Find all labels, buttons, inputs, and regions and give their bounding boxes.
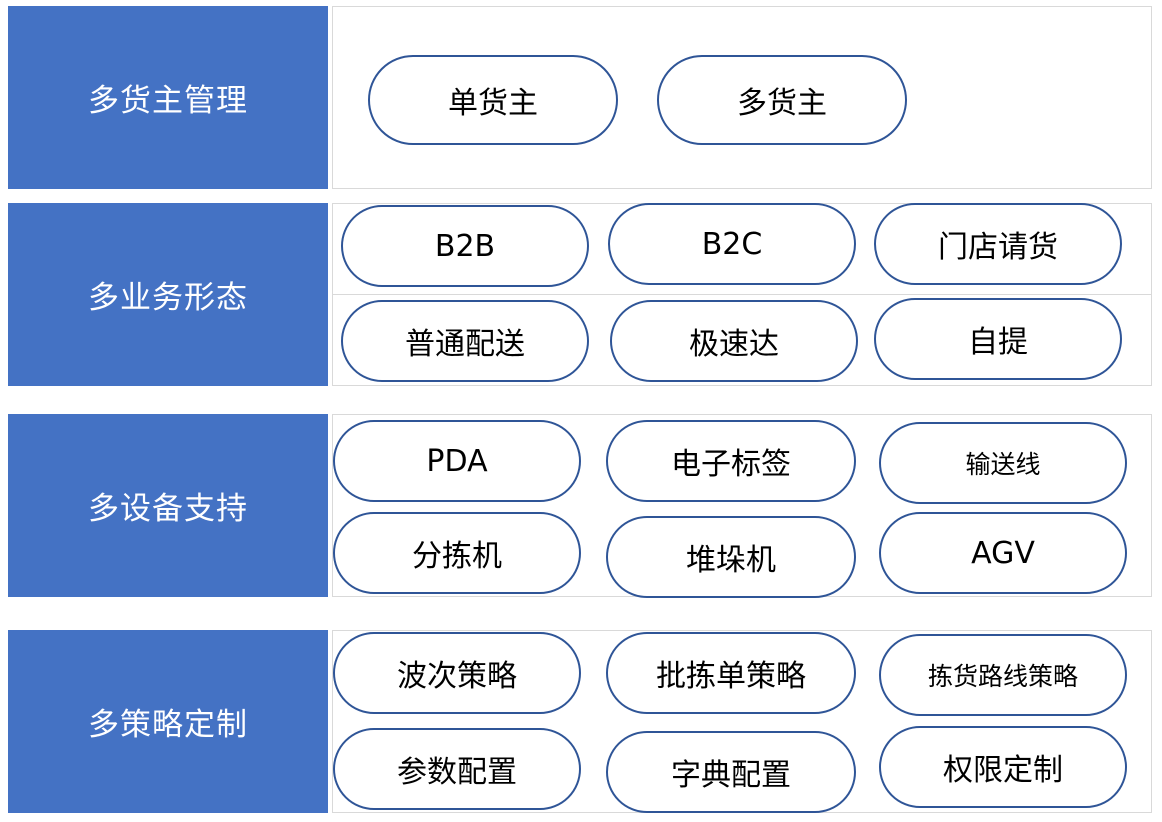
section-label-business-forms: 多业务形态	[8, 203, 328, 386]
option-wave-strategy[interactable]: 波次策略	[333, 632, 581, 714]
section-divider	[332, 294, 1152, 295]
option-b2c[interactable]: B2C	[608, 203, 856, 285]
section-label-strategy-customization: 多策略定制	[8, 630, 328, 813]
option-electronic-label[interactable]: 电子标签	[606, 420, 856, 502]
option-b2b[interactable]: B2B	[341, 205, 589, 287]
option-permission-customization[interactable]: 权限定制	[879, 726, 1127, 808]
option-express-delivery[interactable]: 极速达	[610, 300, 858, 382]
option-self-pickup[interactable]: 自提	[874, 298, 1122, 380]
option-batch-pick-strategy[interactable]: 批拣单策略	[606, 632, 856, 714]
option-sorter[interactable]: 分拣机	[333, 512, 581, 594]
section-label-device-support: 多设备支持	[8, 414, 328, 597]
option-single-owner[interactable]: 单货主	[368, 55, 618, 145]
option-dictionary-config[interactable]: 字典配置	[606, 731, 856, 813]
option-parameter-config[interactable]: 参数配置	[333, 728, 581, 810]
option-stacker[interactable]: 堆垛机	[606, 516, 856, 598]
option-agv[interactable]: AGV	[879, 512, 1127, 594]
option-multi-owner[interactable]: 多货主	[657, 55, 907, 145]
option-conveyor-line[interactable]: 输送线	[879, 422, 1127, 504]
section-label-owner-management: 多货主管理	[8, 6, 328, 189]
option-pda[interactable]: PDA	[333, 420, 581, 502]
option-pick-route-strategy[interactable]: 拣货路线策略	[879, 634, 1127, 716]
option-standard-delivery[interactable]: 普通配送	[341, 300, 589, 382]
option-store-replenishment[interactable]: 门店请货	[874, 203, 1122, 285]
